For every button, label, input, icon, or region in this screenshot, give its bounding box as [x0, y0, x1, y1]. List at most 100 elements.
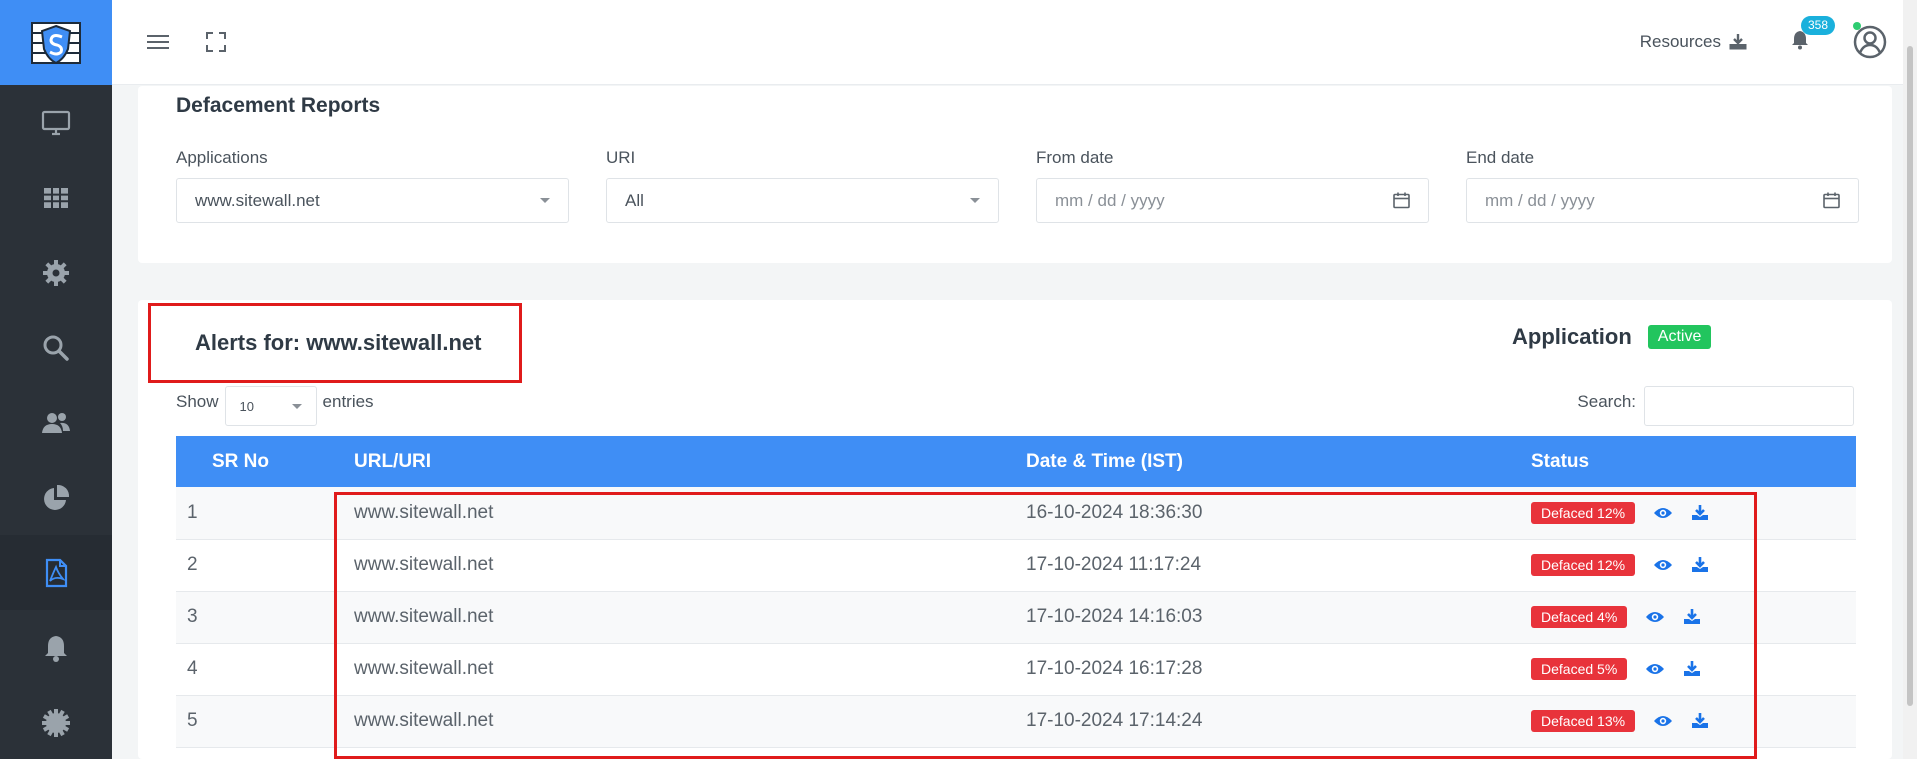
- user-avatar[interactable]: [1853, 22, 1887, 59]
- datetime-cell: 17-10-2024 14:16:03: [1026, 606, 1203, 627]
- defaced-badge: Defaced 4%: [1531, 606, 1628, 628]
- online-status-dot: [1853, 22, 1861, 30]
- defaced-badge: Defaced 5%: [1531, 658, 1628, 680]
- eye-icon[interactable]: [1653, 506, 1673, 520]
- sr-no-cell: 1: [187, 501, 198, 523]
- status-cell: Defaced 4%: [1531, 591, 1856, 643]
- status-cell: Defaced 12%: [1531, 487, 1856, 539]
- applications-label: Applications: [176, 148, 268, 167]
- eye-icon[interactable]: [1645, 610, 1665, 624]
- end-date-filter: End date mm / dd / yyyy: [1466, 148, 1859, 223]
- sidebar-item-notifications[interactable]: [0, 610, 112, 685]
- sidebar-item-search[interactable]: [0, 310, 112, 385]
- scrollbar-thumb[interactable]: [1907, 46, 1913, 706]
- bell-icon: [45, 635, 67, 662]
- download-icon[interactable]: [1691, 504, 1709, 522]
- applications-select[interactable]: www.sitewall.net: [176, 178, 569, 223]
- column-header-url[interactable]: URL/URI: [354, 436, 1026, 487]
- page-scrollbar[interactable]: [1903, 0, 1917, 759]
- datetime-cell: 17-10-2024 17:14:24: [1026, 710, 1203, 731]
- end-date-label: End date: [1466, 148, 1535, 167]
- chevron-down-icon: [970, 198, 980, 203]
- defaced-badge: Defaced 12%: [1531, 554, 1636, 576]
- end-date-placeholder: mm / dd / yyyy: [1485, 190, 1595, 210]
- download-icon[interactable]: [1683, 660, 1701, 678]
- sidebar-item-reports-chart[interactable]: [0, 460, 112, 535]
- hamburger-icon: [147, 35, 169, 49]
- table-search: Search:: [1577, 378, 1854, 426]
- url-cell: www.sitewall.net: [354, 501, 494, 523]
- resources-label: Resources: [1639, 32, 1721, 51]
- datetime-cell: 17-10-2024 11:17:24: [1026, 554, 1202, 575]
- pie-chart-icon: [44, 484, 70, 510]
- users-icon: [42, 412, 70, 433]
- fullscreen-button[interactable]: [196, 22, 236, 62]
- user-circle-icon: [1853, 25, 1887, 59]
- table-row: 3 www.sitewall.net 17-10-2024 14:16:03 Defa…: [176, 591, 1856, 643]
- fullscreen-icon: [206, 32, 226, 52]
- search-input[interactable]: [1644, 386, 1854, 426]
- sidebar-item-pdf-reports[interactable]: [0, 535, 112, 610]
- column-header-sr-no[interactable]: SR No: [176, 436, 354, 487]
- defaced-badge: Defaced 13%: [1531, 710, 1636, 732]
- monitor-icon: [41, 110, 71, 135]
- column-header-datetime[interactable]: Date & Time (IST): [1026, 436, 1531, 487]
- download-icon[interactable]: [1691, 712, 1709, 730]
- search-label: Search:: [1577, 392, 1636, 411]
- top-bar: Resources 358: [112, 0, 1917, 85]
- status-cell: Defaced 12%: [1531, 539, 1856, 591]
- alerts-card: Alerts for: www.sitewall.net Application…: [138, 300, 1892, 759]
- from-date-label: From date: [1036, 148, 1114, 167]
- url-cell: www.sitewall.net: [354, 606, 494, 627]
- calendar-icon[interactable]: [1823, 192, 1840, 209]
- defaced-badge: Defaced 12%: [1531, 501, 1636, 524]
- entries-select[interactable]: 10: [224, 386, 317, 426]
- alerts-title-text: Alerts for: www.sitewall.net: [195, 330, 482, 355]
- applications-value: www.sitewall.net: [195, 190, 320, 210]
- uri-select[interactable]: All: [606, 178, 999, 223]
- table-row: 4 www.sitewall.net 17-10-2024 16:17:28 Defa…: [176, 643, 1856, 695]
- uri-filter: URI All: [606, 148, 999, 223]
- menu-toggle-button[interactable]: [138, 22, 178, 62]
- eye-icon[interactable]: [1653, 558, 1673, 572]
- end-date-input[interactable]: mm / dd / yyyy: [1466, 178, 1859, 223]
- url-cell: www.sitewall.net: [354, 710, 494, 731]
- sidebar-item-dashboard[interactable]: [0, 85, 112, 160]
- uri-label: URI: [606, 148, 636, 167]
- download-icon: [1729, 34, 1747, 50]
- column-header-status[interactable]: Status: [1531, 436, 1856, 487]
- alerts-title: Alerts for: www.sitewall.net: [148, 303, 522, 383]
- from-date-filter: From date mm / dd / yyyy: [1036, 148, 1429, 223]
- logo[interactable]: [0, 0, 112, 85]
- sr-no-cell: 3: [187, 606, 198, 627]
- table-row: 1 www.sitewall.net 16-10-2024 18:36:30 Defa…: [176, 487, 1856, 539]
- from-date-input[interactable]: mm / dd / yyyy: [1036, 178, 1429, 223]
- download-icon[interactable]: [1691, 556, 1709, 574]
- show-entries: Show 10 entries: [176, 378, 374, 426]
- pdf-file-icon: [45, 558, 68, 587]
- table-row: 5 www.sitewall.net 17-10-2024 17:14:24 Defa…: [176, 695, 1856, 747]
- alerts-table: SR No URL/URI Date & Time (IST) Status 1…: [176, 436, 1856, 748]
- sidebar-item-settings[interactable]: [0, 235, 112, 310]
- cog-badge-icon: [42, 708, 70, 737]
- uri-value: All: [625, 190, 644, 210]
- table-row: 2 www.sitewall.net 17-10-2024 11:17:24 Defa…: [176, 539, 1856, 591]
- sidebar-item-configuration[interactable]: [0, 685, 112, 759]
- sidebar: [0, 0, 112, 759]
- sidebar-item-users[interactable]: [0, 385, 112, 460]
- calendar-icon[interactable]: [1393, 192, 1410, 209]
- sidebar-item-applications[interactable]: [0, 160, 112, 235]
- notifications-button[interactable]: 358: [1791, 15, 1836, 55]
- download-icon[interactable]: [1683, 608, 1701, 626]
- from-date-placeholder: mm / dd / yyyy: [1055, 190, 1165, 210]
- datetime-cell: 17-10-2024 16:17:28: [1026, 658, 1203, 679]
- applications-filter: Applications www.sitewall.net: [176, 148, 569, 223]
- resources-button[interactable]: Resources: [1640, 32, 1747, 52]
- page-title: Defacement Reports: [176, 94, 381, 117]
- application-status: Application Active: [1512, 324, 1712, 350]
- notification-count-badge: 358: [1801, 15, 1836, 35]
- grid-icon: [44, 187, 68, 208]
- eye-icon[interactable]: [1653, 714, 1673, 728]
- eye-icon[interactable]: [1645, 662, 1665, 676]
- firewall-shield-logo-icon: [31, 21, 81, 64]
